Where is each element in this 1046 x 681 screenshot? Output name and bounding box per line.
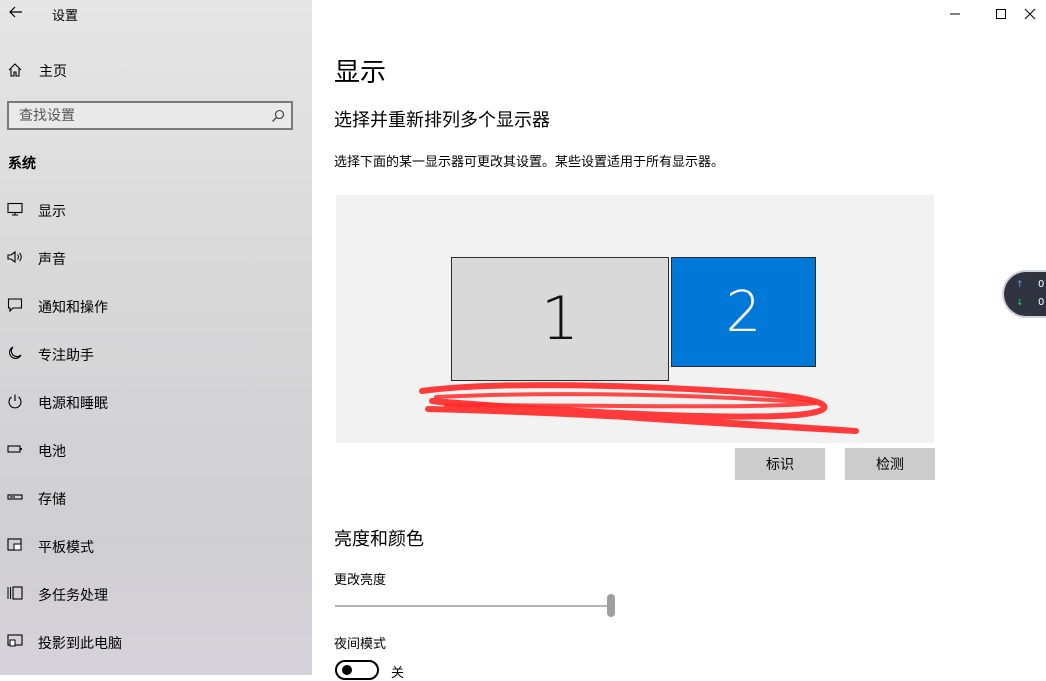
sidebar-item-power-sleep[interactable]: 电源和睡眠	[0, 382, 312, 422]
upload-speed: 0	[1038, 279, 1045, 290]
toggle-knob	[342, 665, 352, 675]
search-input[interactable]	[9, 103, 259, 128]
power-icon	[7, 393, 23, 409]
home-icon	[7, 62, 23, 78]
download-speed: 0	[1038, 297, 1045, 308]
brightness-slider-thumb[interactable]	[607, 594, 615, 617]
sidebar-item-label: 通知和操作	[38, 300, 108, 316]
tablet-icon	[7, 537, 23, 553]
sidebar-item-label: 电池	[38, 444, 66, 460]
close-button[interactable]	[1024, 0, 1046, 28]
notification-icon	[7, 297, 23, 313]
brightness-slider-track[interactable]	[335, 605, 607, 607]
sidebar-item-label: 多任务处理	[38, 588, 108, 604]
sidebar-item-tablet-mode[interactable]: 平板模式	[0, 526, 312, 566]
sidebar-item-label: 专注助手	[38, 348, 94, 364]
night-light-toggle[interactable]	[335, 660, 379, 680]
search-icon[interactable]	[271, 108, 285, 122]
back-arrow-icon[interactable]	[8, 4, 24, 20]
moon-icon	[7, 345, 23, 361]
sidebar-item-notifications[interactable]: 通知和操作	[0, 286, 312, 326]
sidebar-item-label: 显示	[38, 204, 66, 220]
multitask-icon	[7, 585, 23, 601]
download-arrow-icon: ↓	[1016, 298, 1024, 308]
minimize-icon	[950, 13, 960, 15]
brightness-label: 更改亮度	[334, 573, 387, 588]
detect-button[interactable]: 检测	[845, 448, 935, 480]
brightness-heading: 亮度和颜色	[334, 529, 424, 550]
close-icon	[1024, 8, 1036, 20]
night-light-state: 关	[391, 666, 405, 681]
upload-arrow-icon: ↑	[1016, 280, 1024, 290]
section-heading-system: 系统	[8, 156, 36, 172]
network-speed-widget[interactable]: ↑ 0 ↓ 0	[1004, 272, 1046, 316]
minimize-button[interactable]	[932, 0, 978, 28]
sidebar-item-label: 声音	[38, 252, 66, 268]
arrange-description: 选择下面的某一显示器可更改其设置。某些设置适用于所有显示器。	[334, 155, 725, 170]
red-scribble-annotation	[419, 382, 859, 434]
app-title: 设置	[52, 9, 79, 24]
sidebar-item-display[interactable]: 显示	[0, 190, 312, 230]
monitor-icon	[7, 201, 23, 217]
storage-icon	[7, 489, 23, 505]
sidebar-item-storage[interactable]: 存储	[0, 478, 312, 518]
sidebar-item-sound[interactable]: 声音	[0, 238, 312, 278]
identify-button[interactable]: 标识	[735, 448, 825, 480]
sidebar-item-home[interactable]: 主页	[0, 58, 312, 84]
sidebar-item-project-to-pc[interactable]: 投影到此电脑	[0, 622, 312, 662]
sidebar-item-label: 投影到此电脑	[38, 636, 122, 652]
sidebar-item-multitasking[interactable]: 多任务处理	[0, 574, 312, 614]
project-icon	[7, 633, 23, 649]
sidebar-item-label: 存储	[38, 492, 66, 508]
speaker-icon	[7, 249, 23, 265]
sidebar-item-focus-assist[interactable]: 专注助手	[0, 334, 312, 374]
maximize-icon	[996, 9, 1006, 19]
sidebar-home-label: 主页	[39, 64, 67, 80]
sidebar-item-label: 平板模式	[38, 540, 94, 556]
night-light-label: 夜间模式	[334, 637, 387, 652]
sidebar: 设置 主页 系统 显示 声音 通知和操作 专注助手 电源和睡眠 电池 存储	[0, 0, 312, 675]
page-title: 显示	[334, 58, 387, 88]
maximize-button[interactable]	[978, 0, 1024, 28]
arrange-heading: 选择并重新排列多个显示器	[334, 110, 550, 131]
battery-icon	[7, 441, 23, 457]
search-box[interactable]	[7, 101, 293, 130]
sidebar-item-battery[interactable]: 电池	[0, 430, 312, 470]
sidebar-item-label: 电源和睡眠	[38, 396, 108, 412]
display-arrangement-area: 1 2	[336, 195, 934, 443]
